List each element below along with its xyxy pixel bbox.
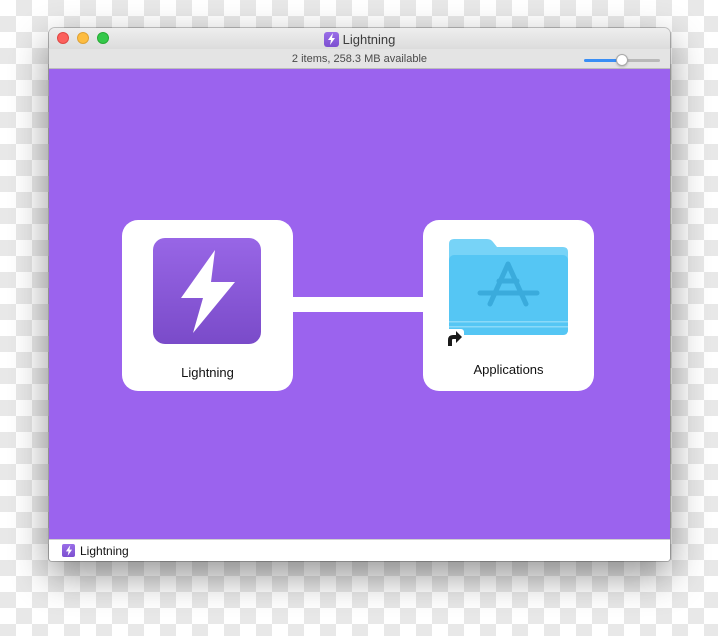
lightning-bolt-icon (323, 31, 339, 47)
alias-arrow-icon (444, 329, 464, 349)
lightning-bolt-icon (62, 544, 75, 557)
icon-size-slider-knob[interactable] (616, 54, 628, 66)
drag-connector-bar (293, 297, 423, 312)
title-bar[interactable]: Lightning (49, 28, 670, 49)
applications-folder-icon[interactable] (447, 238, 569, 336)
window-title-group: Lightning (49, 30, 670, 48)
path-bar: Lightning (49, 539, 670, 561)
lightning-app-item[interactable]: Lightning (122, 220, 293, 391)
window-content: Lightning Applications (49, 69, 670, 539)
applications-folder-label: Applications (473, 362, 544, 377)
path-bar-item[interactable]: Lightning (80, 544, 129, 558)
lightning-app-label: Lightning (181, 365, 234, 380)
status-bar: 2 items, 258.3 MB available (49, 49, 670, 69)
finder-window: Lightning 2 items, 258.3 MB available Li… (49, 28, 670, 561)
status-text: 2 items, 258.3 MB available (291, 53, 428, 65)
applications-folder-item[interactable]: Applications (423, 220, 594, 391)
lightning-app-icon[interactable] (153, 238, 261, 344)
window-title: Lightning (342, 31, 396, 47)
